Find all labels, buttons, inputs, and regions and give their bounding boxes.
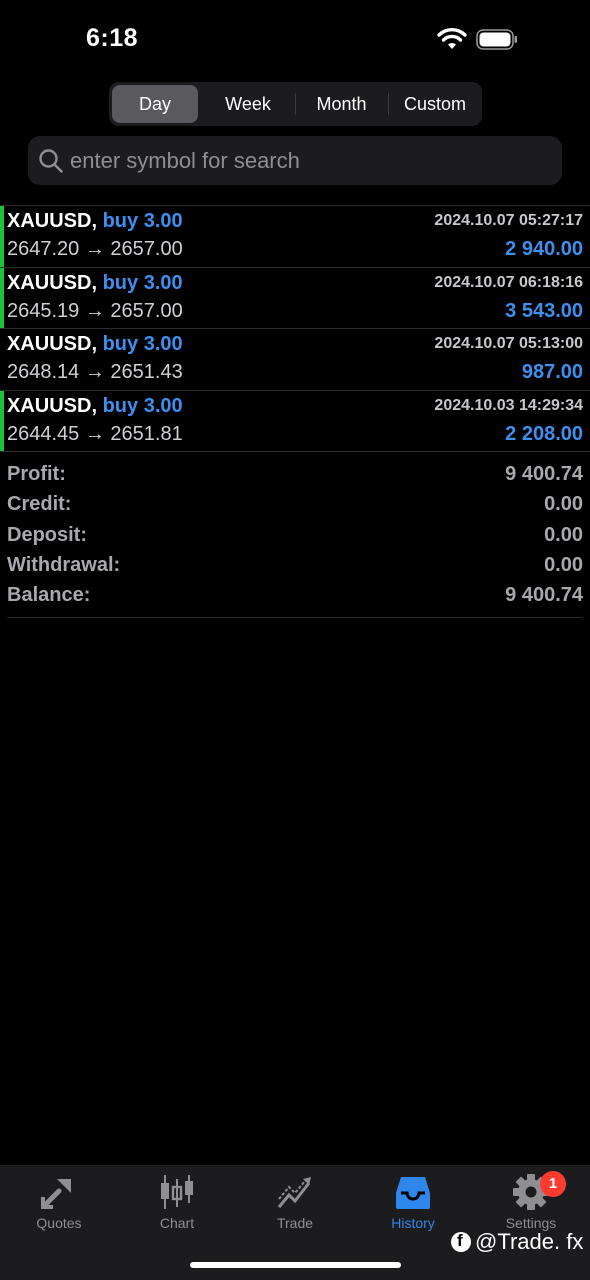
summary-row-withdrawal: Withdrawal: 0.00 — [7, 551, 583, 581]
tab-history[interactable]: History — [354, 1173, 472, 1235]
account-summary: Profit: 9 400.74 Credit: 0.00 Deposit: 0… — [7, 460, 583, 619]
deal-symbol: XAUUSD, — [7, 333, 98, 355]
deal-profit: 2 940.00 — [505, 238, 583, 260]
tab-quotes[interactable]: Quotes — [0, 1173, 118, 1235]
summary-row-credit: Credit: 0.00 — [7, 490, 583, 520]
arrow-icon: → — [84, 361, 105, 383]
deal-close-price: 2651.43 — [110, 361, 183, 383]
arrow-icon: → — [84, 238, 105, 260]
chart-icon — [161, 1175, 193, 1209]
trade-icon — [277, 1177, 311, 1208]
arrow-icon: → — [84, 422, 105, 445]
summary-value: 9 400.74 — [505, 584, 583, 607]
tab-custom[interactable]: Custom — [390, 85, 480, 123]
summary-row-balance: Balance: 9 400.74 — [7, 581, 583, 611]
summary-label: Credit: — [7, 493, 72, 516]
tab-label: Chart — [159, 1215, 195, 1231]
tab-label: Trade — [276, 1215, 314, 1231]
wifi-icon — [437, 28, 467, 49]
deal-row[interactable]: XAUUSD, buy 3.00 2644.45 → 2651.81 2024.… — [0, 390, 590, 452]
tab-settings[interactable]: Settings — [472, 1173, 590, 1235]
summary-row-profit: Profit: 9 400.74 — [7, 460, 583, 490]
tab-label: Quotes — [36, 1215, 82, 1231]
tab-week[interactable]: Week — [202, 85, 294, 123]
deal-row[interactable]: XAUUSD, buy 3.00 2648.14 → 2651.43 2024.… — [0, 329, 590, 391]
deal-row[interactable]: XAUUSD, buy 3.00 2647.20 → 2657.00 2024.… — [0, 206, 590, 268]
settings-badge: 1 — [540, 1171, 566, 1197]
battery-icon — [476, 29, 517, 50]
deal-type: buy 3.00 — [102, 210, 183, 232]
status-bar: 6:18 — [0, 0, 590, 80]
arrow-icon: → — [84, 299, 105, 322]
deal-open-price: 2644.45 — [7, 422, 80, 445]
tab-chart[interactable]: Chart — [118, 1173, 236, 1235]
deal-open-price: 2648.14 — [7, 361, 80, 383]
summary-row-deposit: Deposit: 0.00 — [7, 521, 583, 551]
buy-indicator-bar — [0, 267, 4, 328]
search-icon — [39, 149, 63, 173]
deal-open-price: 2647.20 — [7, 238, 80, 260]
deal-time: 2024.10.07 05:13:00 — [434, 335, 583, 352]
deal-profit: 2 208.00 — [505, 422, 583, 445]
tab-day[interactable]: Day — [112, 85, 198, 123]
search-bar[interactable] — [28, 136, 562, 185]
deal-row[interactable]: XAUUSD, buy 3.00 2645.19 → 2657.00 2024.… — [0, 267, 590, 329]
deal-type: buy 3.00 — [102, 271, 183, 294]
deal-time: 2024.10.07 05:27:17 — [434, 212, 583, 229]
summary-label: Profit: — [7, 463, 66, 485]
tab-trade[interactable]: Trade — [236, 1173, 354, 1235]
deal-time: 2024.10.03 14:29:34 — [434, 396, 583, 414]
deal-close-price: 2657.00 — [110, 238, 183, 260]
deal-close-price: 2651.81 — [110, 422, 183, 445]
deal-type: buy 3.00 — [102, 333, 183, 355]
deals-list: XAUUSD, buy 3.00 2647.20 → 2657.00 2024.… — [0, 206, 590, 452]
period-segmented-control: Day Week Month Custom — [109, 82, 482, 126]
summary-label: Deposit: — [7, 523, 87, 546]
deal-type: buy 3.00 — [102, 394, 183, 417]
home-indicator[interactable] — [190, 1262, 401, 1268]
watermark: f @Trade. fx — [451, 1228, 583, 1256]
buy-indicator-bar — [0, 329, 4, 390]
history-icon — [396, 1177, 430, 1209]
deal-profit: 3 543.00 — [505, 299, 583, 322]
summary-value: 0.00 — [544, 553, 583, 576]
quotes-icon — [41, 1179, 71, 1209]
deal-profit: 987.00 — [521, 361, 583, 383]
deal-symbol: XAUUSD, — [7, 394, 98, 417]
watermark-text: @Trade. fx — [475, 1229, 584, 1254]
summary-value: 0.00 — [544, 523, 583, 546]
summary-label: Withdrawal: — [7, 553, 121, 576]
deal-symbol: XAUUSD, — [7, 271, 98, 294]
buy-indicator-bar — [0, 390, 4, 451]
segment-divider — [388, 93, 389, 115]
summary-value: 0.00 — [544, 493, 583, 516]
deal-open-price: 2645.19 — [7, 299, 80, 322]
buy-indicator-bar — [0, 206, 4, 267]
tab-month[interactable]: Month — [296, 85, 387, 123]
deal-close-price: 2657.00 — [110, 299, 183, 322]
summary-value: 9 400.74 — [505, 463, 583, 485]
summary-label: Balance: — [7, 584, 91, 607]
status-time: 6:18 — [86, 24, 139, 52]
deal-symbol: XAUUSD, — [7, 210, 98, 232]
search-input[interactable] — [70, 136, 550, 185]
facebook-icon: f — [451, 1231, 471, 1252]
deal-time: 2024.10.07 06:18:16 — [434, 273, 583, 291]
